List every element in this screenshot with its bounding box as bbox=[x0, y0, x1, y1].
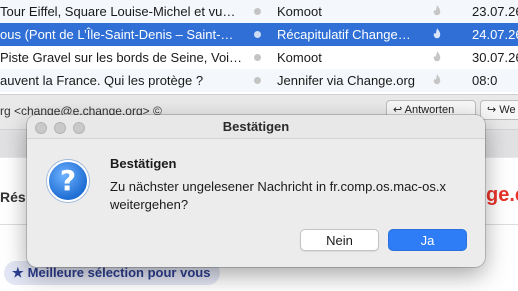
junk-status-icon[interactable] bbox=[433, 5, 441, 17]
message-subject: Tour Eiffel, Square Louise-Michel et vu… bbox=[0, 4, 236, 19]
brand-logo-fragment: ge.c bbox=[486, 184, 518, 206]
yes-button[interactable]: Ja bbox=[388, 229, 467, 251]
dialog-message: Zu nächster ungelesener Nachricht in fr.… bbox=[110, 179, 446, 212]
unread-dot-icon[interactable] bbox=[254, 31, 261, 38]
dialog-heading: Bestätigen bbox=[110, 156, 177, 171]
message-subject: auvent la France. Qui les protège ? bbox=[0, 73, 204, 88]
message-date: 24.07.26 bbox=[472, 27, 518, 42]
message-sender: Komoot bbox=[277, 4, 322, 19]
message-sender: Komoot bbox=[277, 50, 322, 65]
forward-button[interactable]: ↪ We bbox=[480, 100, 518, 120]
message-sender: Jennifer via Change.org bbox=[277, 73, 416, 88]
no-button[interactable]: Nein bbox=[300, 229, 379, 251]
forward-label: We bbox=[499, 104, 516, 116]
question-icon: ? bbox=[47, 160, 89, 202]
dialog-titlebar: Bestätigen bbox=[27, 115, 485, 139]
section-label: Rés bbox=[0, 189, 26, 205]
message-row[interactable]: auvent la France. Qui les protège ? Jenn… bbox=[0, 69, 518, 92]
message-subject: ous (Pont de L’Île-Saint-Denis – Saint-… bbox=[0, 27, 234, 42]
message-row[interactable]: Tour Eiffel, Square Louise-Michel et vu…… bbox=[0, 0, 518, 23]
message-date: 08:0 bbox=[472, 73, 498, 88]
forward-icon: ↪ bbox=[487, 104, 500, 116]
junk-status-icon[interactable] bbox=[433, 51, 441, 63]
message-date: 23.07.26 bbox=[472, 4, 518, 19]
junk-status-icon[interactable] bbox=[433, 28, 441, 40]
message-list: Tour Eiffel, Square Louise-Michel et vu…… bbox=[0, 0, 518, 94]
message-subject: Piste Gravel sur les bords de Seine, Voi… bbox=[0, 50, 243, 65]
best-selection-label: Meilleure sélection pour vous bbox=[27, 265, 211, 280]
message-sender: Récapitulatif Change… bbox=[277, 27, 411, 42]
message-row-selected[interactable]: ous (Pont de L’Île-Saint-Denis – Saint-…… bbox=[0, 23, 518, 46]
message-row[interactable]: Piste Gravel sur les bords de Seine, Voi… bbox=[0, 46, 518, 69]
junk-status-icon[interactable] bbox=[433, 74, 441, 86]
unread-dot-icon[interactable] bbox=[254, 77, 261, 84]
unread-dot-icon[interactable] bbox=[254, 54, 261, 61]
confirm-dialog: Bestätigen ? Bestätigen Zu nächster unge… bbox=[27, 115, 485, 267]
dialog-title: Bestätigen bbox=[222, 119, 290, 134]
message-date: 30.07.26 bbox=[472, 50, 518, 65]
unread-dot-icon[interactable] bbox=[254, 8, 261, 15]
star-icon: ★ bbox=[12, 265, 24, 280]
